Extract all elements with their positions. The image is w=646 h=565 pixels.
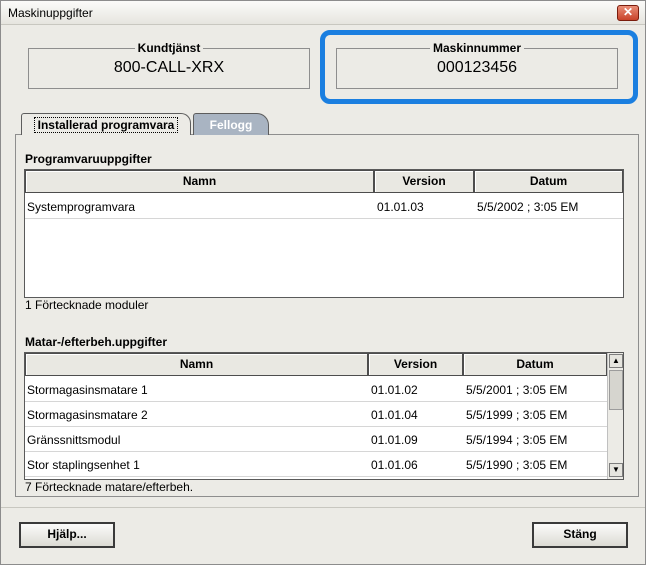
software-section-title: Programvaruuppgifter xyxy=(25,152,152,166)
feeders-col-version[interactable]: Version xyxy=(368,353,463,376)
feeders-footer: 7 Förtecknade matare/efterbeh. xyxy=(25,480,194,494)
software-col-name[interactable]: Namn xyxy=(25,170,374,193)
feeders-col-name[interactable]: Namn xyxy=(25,353,368,376)
scrollbar-thumb[interactable] xyxy=(609,370,623,410)
tab-error-log-label: Fellogg xyxy=(209,118,253,132)
table-row[interactable]: Stormagasinsmatare 2 01.01.04 5/5/1999 ;… xyxy=(25,402,607,427)
tab-panel: Programvaruuppgifter Namn Version Datum … xyxy=(15,134,639,497)
customer-service-box: Kundtjänst 800-CALL-XRX xyxy=(28,41,310,89)
close-window-button[interactable]: ✕ xyxy=(617,5,639,21)
scroll-down-arrow-icon[interactable]: ▼ xyxy=(609,463,623,477)
machine-number-label: Maskinnummer xyxy=(429,41,525,55)
row-version: 01.01.09 xyxy=(371,433,418,447)
machine-number-box: Maskinnummer 000123456 xyxy=(336,41,618,89)
row-name: Systemprogramvara xyxy=(27,200,136,214)
row-name: Stor staplingsenhet 1 xyxy=(27,458,140,472)
feeders-scrollbar[interactable]: ▲ ▼ xyxy=(607,353,623,479)
row-date: 5/5/2002 ; 3:05 EM xyxy=(477,200,579,214)
machine-number-value: 000123456 xyxy=(436,59,518,76)
close-icon: ✕ xyxy=(622,5,634,19)
feeders-section-title: Matar-/efterbeh.uppgifter xyxy=(25,335,168,349)
row-name: Stormagasinsmatare 2 xyxy=(27,408,148,422)
feeders-col-date[interactable]: Datum xyxy=(463,353,607,376)
button-bar xyxy=(1,507,645,508)
row-version: 01.01.04 xyxy=(371,408,418,422)
help-button[interactable]: Hjälp... xyxy=(19,522,115,548)
machine-info-window: Maskinuppgifter ✕ Kundtjänst 800-CALL-XR… xyxy=(0,0,646,565)
row-version: 01.01.02 xyxy=(371,383,418,397)
feeders-table: Namn Version Datum Stormagasinsmatare 1 … xyxy=(24,352,624,480)
customer-service-label: Kundtjänst xyxy=(134,41,204,55)
table-row[interactable]: Gränssnittsmodul 01.01.09 5/5/1994 ; 3:0… xyxy=(25,427,607,452)
scroll-up-arrow-icon[interactable]: ▲ xyxy=(609,354,623,368)
table-row[interactable]: Stormagasinsmatare 1 01.01.02 5/5/2001 ;… xyxy=(25,377,607,402)
tab-error-log[interactable]: Fellogg xyxy=(193,113,269,135)
row-date: 5/5/1990 ; 3:05 EM xyxy=(466,458,568,472)
tab-installed-software-label: Installerad programvara xyxy=(33,117,179,133)
software-footer: 1 Förtecknade moduler xyxy=(25,298,149,312)
software-col-version[interactable]: Version xyxy=(374,170,474,193)
close-button[interactable]: Stäng xyxy=(532,522,628,548)
row-date: 5/5/1994 ; 3:05 EM xyxy=(466,433,568,447)
table-row[interactable]: Stor staplingsenhet 1 01.01.06 5/5/1990 … xyxy=(25,452,607,477)
row-name: Stormagasinsmatare 1 xyxy=(27,383,148,397)
row-version: 01.01.03 xyxy=(377,200,424,214)
row-version: 01.01.06 xyxy=(371,458,418,472)
table-row[interactable]: Systemprogramvara 01.01.03 5/5/2002 ; 3:… xyxy=(25,194,623,219)
row-date: 5/5/1999 ; 3:05 EM xyxy=(466,408,568,422)
software-table: Namn Version Datum Systemprogramvara 01.… xyxy=(24,169,624,298)
row-name: Gränssnittsmodul xyxy=(27,433,121,447)
window-title: Maskinuppgifter xyxy=(8,6,93,20)
row-date: 5/5/2001 ; 3:05 EM xyxy=(466,383,568,397)
title-bar: Maskinuppgifter ✕ xyxy=(1,1,645,25)
customer-service-value: 800-CALL-XRX xyxy=(113,59,225,76)
tab-installed-software[interactable]: Installerad programvara xyxy=(21,113,191,135)
software-col-date[interactable]: Datum xyxy=(474,170,623,193)
